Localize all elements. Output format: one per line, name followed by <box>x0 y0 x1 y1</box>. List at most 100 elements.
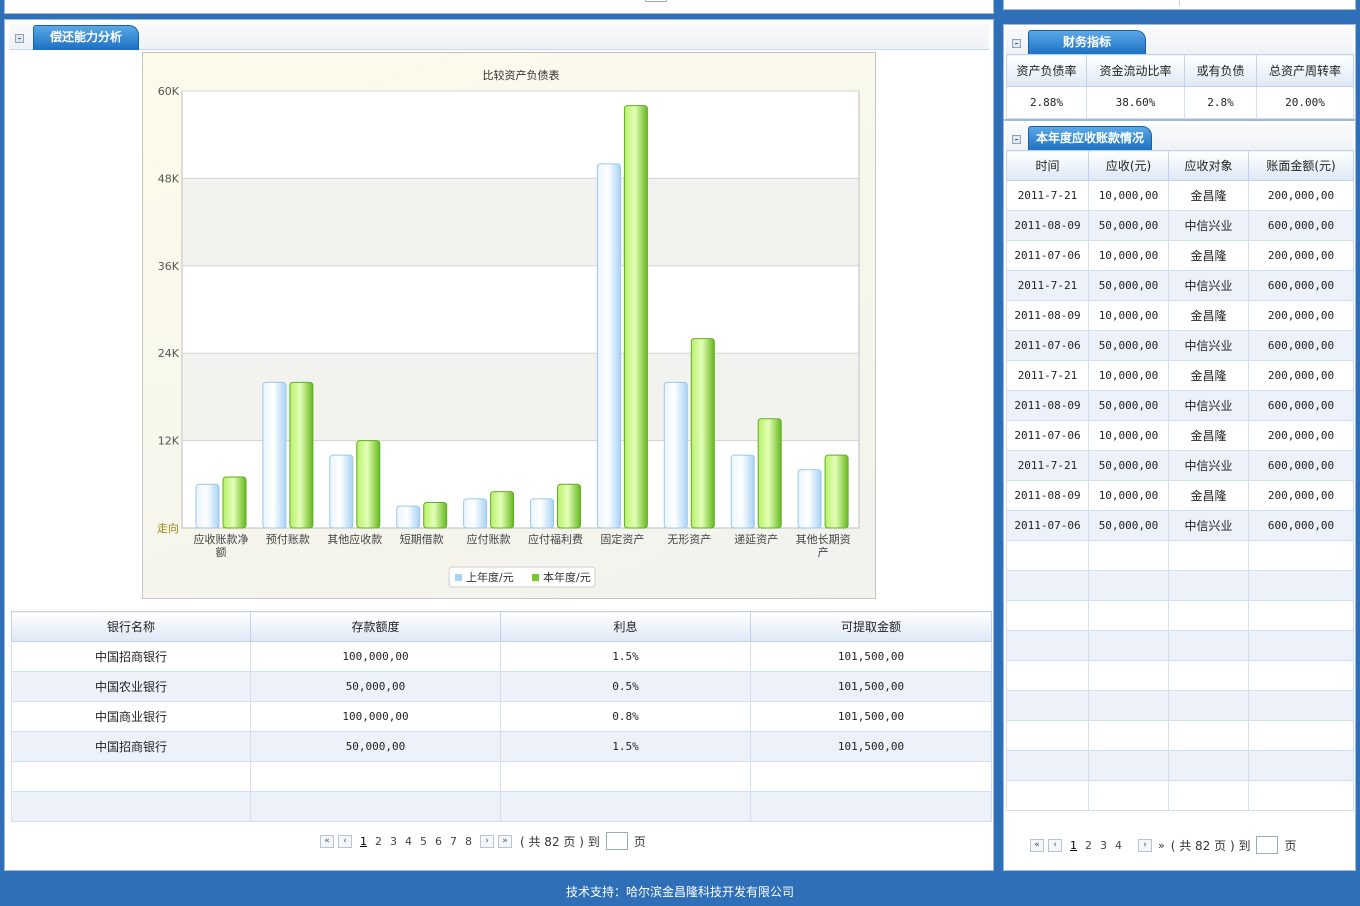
top-right-strip <box>1003 0 1356 10</box>
table-row[interactable]: 2011-08-09 50,000,00 中信兴业 600,000,00 <box>1006 390 1354 421</box>
bar-this-year[interactable] <box>222 476 247 529</box>
contingent-liability-value: 2.8% <box>1184 86 1257 119</box>
prev-page-button[interactable]: ‹ <box>1048 838 1062 852</box>
page-link-2[interactable]: 2 <box>375 835 382 848</box>
bank-pager: « ‹ 1 2 3 4 5 6 7 8 › » ( 共 82 页 ) 到 页 <box>320 832 646 850</box>
last-page-button[interactable]: » <box>1158 839 1165 852</box>
repayment-tab-title[interactable]: 偿还能力分析 <box>33 25 139 50</box>
receivables-panel-header: 本年度应收账款情况 <box>1006 125 1353 151</box>
x-tick-label: 递延资产 <box>734 532 778 546</box>
bar-this-year[interactable] <box>757 418 782 529</box>
interest-cell: 1.5% <box>500 641 751 672</box>
page-link-7[interactable]: 7 <box>450 835 457 848</box>
bar-this-year[interactable] <box>623 105 648 529</box>
receivables-tab-title[interactable]: 本年度应收账款情况 <box>1028 126 1152 151</box>
financial-value-row: 2.88% 38.60% 2.8% 20.00% <box>1006 86 1354 119</box>
bar-prev-year[interactable] <box>797 469 822 529</box>
bar-prev-year[interactable] <box>262 381 287 529</box>
table-row[interactable]: 2011-08-09 10,000,00 金昌隆 200,000,00 <box>1006 480 1354 511</box>
page-link-3[interactable]: 3 <box>1100 839 1107 852</box>
table-row[interactable]: 2011-07-06 50,000,00 中信兴业 600,000,00 <box>1006 330 1354 361</box>
page-suffix-text: 页 <box>1284 838 1297 853</box>
bank-name-cell: 中国招商银行 <box>11 731 251 762</box>
table-row[interactable]: 2011-07-06 10,000,00 金昌隆 200,000,00 <box>1006 240 1354 271</box>
book-amount-col-header[interactable]: 账面金额(元) <box>1248 150 1354 181</box>
collapse-icon[interactable] <box>1012 135 1021 144</box>
date-cell: 2011-08-09 <box>1006 390 1089 421</box>
bar-prev-year[interactable] <box>730 454 755 529</box>
date-col-header[interactable]: 时间 <box>1006 150 1089 181</box>
footer-support-text: 技术支持：哈尔滨金昌隆科技开发有限公司 <box>565 885 794 899</box>
goto-page-input[interactable] <box>605 832 628 850</box>
chart-legend[interactable]: 上年度/元 本年度/元 <box>448 566 596 588</box>
table-row[interactable]: 2011-07-06 10,000,00 金昌隆 200,000,00 <box>1006 420 1354 451</box>
bar-this-year[interactable] <box>690 338 715 529</box>
bar-prev-year[interactable] <box>596 163 621 529</box>
table-row[interactable]: 2011-07-06 50,000,00 中信兴业 600,000,00 <box>1006 510 1354 541</box>
table-row[interactable]: 2011-7-21 10,000,00 金昌隆 200,000,00 <box>1006 360 1354 391</box>
bar-prev-year[interactable] <box>530 498 554 529</box>
goto-page-input[interactable] <box>1256 836 1279 854</box>
page-link-8[interactable]: 8 <box>465 835 472 848</box>
y-tick-label: 48K <box>158 172 180 185</box>
page-link-2[interactable]: 2 <box>1085 839 1092 852</box>
debtor-cell: 中信兴业 <box>1168 510 1249 541</box>
next-page-button[interactable]: › <box>480 834 494 848</box>
bar-prev-year[interactable] <box>195 483 220 529</box>
bank-col-name-header[interactable]: 银行名称 <box>11 611 251 642</box>
table-row[interactable]: 2011-08-09 10,000,00 金昌隆 200,000,00 <box>1006 300 1354 331</box>
table-row[interactable]: 2011-7-21 50,000,00 中信兴业 600,000,00 <box>1006 450 1354 481</box>
page-link-3[interactable]: 3 <box>390 835 397 848</box>
collapse-icon[interactable] <box>1012 39 1021 48</box>
legend-swatch-prev-year <box>455 574 462 581</box>
bar-this-year[interactable] <box>557 483 581 529</box>
bar-prev-year[interactable] <box>396 505 421 529</box>
bar-this-year[interactable] <box>490 491 515 529</box>
financial-tab-title[interactable]: 财务指标 <box>1028 30 1146 55</box>
table-row[interactable]: 2011-7-21 50,000,00 中信兴业 600,000,00 <box>1006 270 1354 301</box>
page-link-4[interactable]: 4 <box>1115 839 1122 852</box>
financial-indicators-panel: 财务指标 资产负债率 资金流动比率 或有负债 总资产周转率 2.88% 38.6… <box>1003 24 1356 120</box>
receivable-cell: 10,000,00 <box>1088 300 1169 331</box>
first-page-button[interactable]: « <box>1030 838 1044 852</box>
page-link-1[interactable]: 1 <box>1070 839 1077 852</box>
bar-this-year[interactable] <box>289 381 314 529</box>
next-page-button[interactable]: › <box>1138 838 1152 852</box>
page-link-5[interactable]: 5 <box>420 835 427 848</box>
date-cell: 2011-07-06 <box>1006 510 1089 541</box>
receivable-col-header[interactable]: 应收(元) <box>1088 150 1169 181</box>
page-link-4[interactable]: 4 <box>405 835 412 848</box>
bar-prev-year[interactable] <box>663 381 688 529</box>
table-row[interactable]: 中国招商银行 100,000,00 1.5% 101,500,00 <box>11 641 992 672</box>
table-row[interactable]: 2011-7-21 10,000,00 金昌隆 200,000,00 <box>1006 180 1354 211</box>
debtor-col-header[interactable]: 应收对象 <box>1168 150 1249 181</box>
bar-prev-year[interactable] <box>463 498 488 529</box>
liquidity-ratio-value: 38.60% <box>1086 86 1185 119</box>
financial-header-row: 资产负债率 资金流动比率 或有负债 总资产周转率 <box>1006 54 1354 87</box>
table-row[interactable]: 中国招商银行 50,000,00 1.5% 101,500,00 <box>11 731 992 762</box>
page-link-1[interactable]: 1 <box>360 835 367 848</box>
receivables-header-row: 时间 应收(元) 应收对象 账面金额(元) <box>1006 150 1354 181</box>
bar-this-year[interactable] <box>356 440 381 529</box>
prev-page-button[interactable]: ‹ <box>338 834 352 848</box>
book-amount-cell: 200,000,00 <box>1248 240 1354 271</box>
empty-row <box>1006 780 1354 811</box>
x-tick-label: 短期借款 <box>400 532 444 546</box>
debtor-cell: 中信兴业 <box>1168 450 1249 481</box>
first-page-button[interactable]: « <box>320 834 334 848</box>
bank-col-withdrawable-header[interactable]: 可提取金额 <box>750 611 992 642</box>
last-page-button[interactable]: » <box>498 834 512 848</box>
bar-this-year[interactable] <box>423 502 448 529</box>
bank-col-deposit-header[interactable]: 存款额度 <box>250 611 501 642</box>
bar-this-year[interactable] <box>824 454 849 529</box>
legend-label-this-year: 本年度/元 <box>543 570 591 584</box>
page-link-6[interactable]: 6 <box>435 835 442 848</box>
table-row[interactable]: 中国农业银行 50,000,00 0.5% 101,500,00 <box>11 671 992 702</box>
empty-row <box>1006 720 1354 751</box>
collapse-icon[interactable] <box>15 34 24 43</box>
empty-row <box>1006 630 1354 661</box>
table-row[interactable]: 中国商业银行 100,000,00 0.8% 101,500,00 <box>11 701 992 732</box>
bar-prev-year[interactable] <box>329 454 354 529</box>
table-row[interactable]: 2011-08-09 50,000,00 中信兴业 600,000,00 <box>1006 210 1354 241</box>
bank-col-interest-header[interactable]: 利息 <box>500 611 751 642</box>
